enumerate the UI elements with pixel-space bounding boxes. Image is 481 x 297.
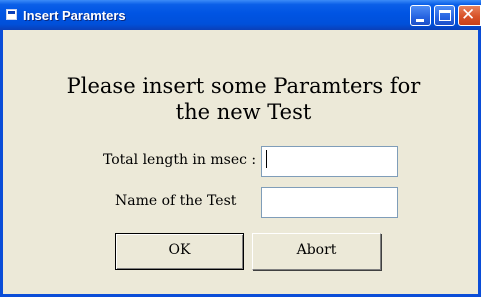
minimize-icon — [416, 19, 424, 22]
minimize-button[interactable] — [410, 5, 431, 26]
maximize-icon — [439, 10, 451, 21]
app-window-icon — [6, 9, 17, 20]
close-icon: ✕ — [461, 5, 476, 25]
test-name-input[interactable] — [261, 187, 398, 218]
test-name-label: Name of the Test — [115, 193, 237, 209]
heading-line-2: the new Test — [175, 100, 312, 124]
maximize-button[interactable] — [434, 5, 455, 26]
close-button[interactable]: ✕ — [458, 5, 481, 26]
window-title: Insert Paramters — [23, 8, 126, 23]
dialog-heading: Please insert some Paramters for the new… — [3, 73, 481, 125]
total-length-label: Total length in msec : — [103, 152, 257, 168]
insert-parameters-dialog: Insert Paramters ✕ Please insert some Pa… — [0, 0, 481, 297]
title-bar[interactable]: Insert Paramters ✕ — [0, 0, 481, 30]
total-length-input[interactable] — [261, 146, 398, 177]
abort-button[interactable]: Abort — [252, 233, 381, 270]
ok-button[interactable]: OK — [115, 233, 244, 270]
text-caret — [266, 150, 267, 168]
heading-line-1: Please insert some Paramters for — [66, 74, 421, 98]
